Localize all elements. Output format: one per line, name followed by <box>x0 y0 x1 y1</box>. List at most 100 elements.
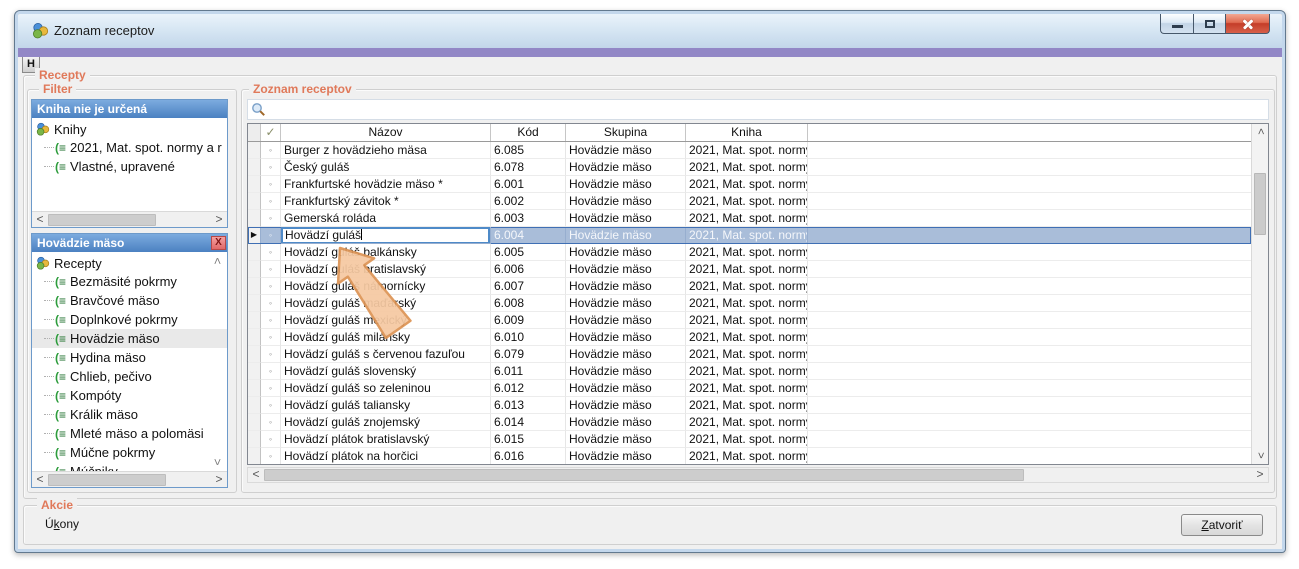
category-tree-root[interactable]: Recepty <box>32 254 227 272</box>
scroll-right-icon[interactable]: > <box>211 472 227 488</box>
row-marker-icon[interactable]: ◦ <box>261 448 281 464</box>
tree-item[interactable]: (≡2021, Mat. spot. normy a r <box>32 138 227 157</box>
table-row[interactable]: ◦Hovädzí guláš s červenou fazuľou6.079Ho… <box>248 346 1251 363</box>
row-marker-icon[interactable]: ◦ <box>261 210 281 227</box>
vscroll-thumb[interactable] <box>1254 173 1266 235</box>
scroll-up-icon[interactable]: < <box>211 254 225 268</box>
scroll-right-icon[interactable]: > <box>211 212 227 228</box>
table-row[interactable]: ◦Gemerská roláda6.003Hovädzie mäso2021, … <box>248 210 1251 227</box>
hscroll-thumb[interactable] <box>264 469 1024 481</box>
table-row[interactable]: ◦Hovädzí guláš bratislavský6.006Hovädzie… <box>248 261 1251 278</box>
header-kniha[interactable]: Kniha <box>686 124 808 141</box>
table-row-selected[interactable]: ▶◦Hovädzí guláš6.004Hovädzie mäso2021, M… <box>248 227 1251 244</box>
hscroll-thumb[interactable] <box>48 214 156 226</box>
table-row[interactable]: ◦Frankfurtský závitok *6.002Hovädzie mäs… <box>248 193 1251 210</box>
table-vscrollbar[interactable]: < > <box>1251 124 1268 464</box>
row-indicator-cell <box>248 448 261 464</box>
book-tree-root[interactable]: Knihy <box>32 120 227 138</box>
row-marker-icon[interactable]: ◦ <box>261 193 281 210</box>
tree-item[interactable]: (≡Bravčové mäso <box>32 291 227 310</box>
inline-edit-input[interactable]: Hovädzí guláš <box>281 227 490 244</box>
tree-item[interactable]: (≡Hydina mäso <box>32 348 227 367</box>
scroll-up-icon[interactable]: < <box>1252 124 1268 140</box>
row-marker-icon[interactable]: ◦ <box>261 227 281 244</box>
tree-item[interactable]: (≡Králik mäso <box>32 405 227 424</box>
minimize-button[interactable] <box>1160 14 1193 34</box>
table-row[interactable]: ◦Hovädzí guláš maďarský6.008Hovädzie mäs… <box>248 295 1251 312</box>
row-marker-icon[interactable]: ◦ <box>261 278 281 295</box>
table-row[interactable]: ◦Hovädzí guláš námornícky6.007Hovädzie m… <box>248 278 1251 295</box>
table-row[interactable]: ◦Hovädzí guláš slovenský6.011Hovädzie mä… <box>248 363 1251 380</box>
scroll-down-icon[interactable]: > <box>211 455 225 469</box>
row-marker-icon[interactable]: ◦ <box>261 431 281 448</box>
table-row[interactable]: ◦Hovädzí guláš milánsky6.010Hovädzie mäs… <box>248 329 1251 346</box>
hscroll-thumb[interactable] <box>48 474 166 486</box>
book-tree-items: (≡2021, Mat. spot. normy a r(≡Vlastné, u… <box>32 138 227 176</box>
row-marker-icon[interactable]: ◦ <box>261 176 281 193</box>
panel-close-button[interactable]: X <box>211 236 226 250</box>
group-label-zoznam: Zoznam receptov <box>249 82 356 96</box>
window-title: Zoznam receptov <box>54 23 154 38</box>
tree-item[interactable]: (≡Mleté mäso a polomäsi <box>32 424 227 443</box>
table-row[interactable]: ◦Český guláš6.078Hovädzie mäso2021, Mat.… <box>248 159 1251 176</box>
title-bar[interactable]: Zoznam receptov <box>18 14 1282 48</box>
tree-item[interactable]: (≡Doplnkové pokrmy <box>32 310 227 329</box>
table-row[interactable]: ◦Hovädzí plátok na horčici6.016Hovädzie … <box>248 448 1251 464</box>
group-label-recepty: Recepty <box>35 68 90 82</box>
row-marker-icon[interactable]: ◦ <box>261 329 281 346</box>
cell-nazov: Hovädzí plátok na horčici <box>281 448 491 464</box>
row-marker-icon[interactable]: ◦ <box>261 312 281 329</box>
cell-kod: 6.002 <box>491 193 566 210</box>
table-row[interactable]: ◦Hovädzí guláš mexický6.009Hovädzie mäso… <box>248 312 1251 329</box>
row-marker-icon[interactable]: ◦ <box>261 414 281 431</box>
tree-item[interactable]: (≡Bezmäsité pokrmy <box>32 272 227 291</box>
header-check-cell[interactable]: ✓ <box>261 124 281 141</box>
tree-item[interactable]: (≡Múčne pokrmy <box>32 443 227 462</box>
table-hscrollbar[interactable]: < > <box>247 467 1269 483</box>
row-marker-icon[interactable]: ◦ <box>261 244 281 261</box>
table-row[interactable]: ◦Hovädzí plátok bratislavský6.015Hovädzi… <box>248 431 1251 448</box>
tree-item[interactable]: (≡Kompóty <box>32 386 227 405</box>
row-marker-icon[interactable]: ◦ <box>261 380 281 397</box>
table-row[interactable]: ◦Hovädzí guláš so zeleninou6.012Hovädzie… <box>248 380 1251 397</box>
row-marker-icon[interactable]: ◦ <box>261 363 281 380</box>
book-panel-hscrollbar[interactable]: < > <box>32 211 227 227</box>
ukony-menu[interactable]: Úkony <box>45 517 79 531</box>
tree-item[interactable]: (≡Múčniky <box>32 462 227 471</box>
row-marker-icon[interactable]: ◦ <box>261 261 281 278</box>
scroll-left-icon[interactable]: < <box>248 467 264 483</box>
cell-skupina: Hovädzie mäso <box>566 329 686 346</box>
category-panel-hscrollbar[interactable]: < > <box>32 471 227 487</box>
tree-item[interactable]: (≡Vlastné, upravené <box>32 157 227 176</box>
table-row[interactable]: ◦Frankfurtské hovädzie mäso *6.001Hovädz… <box>248 176 1251 193</box>
tree-item[interactable]: (≡Hovädzie mäso <box>32 329 227 348</box>
header-nazov[interactable]: Názov <box>281 124 491 141</box>
row-marker-icon[interactable]: ◦ <box>261 397 281 414</box>
cell-skupina: Hovädzie mäso <box>566 295 686 312</box>
scroll-down-icon[interactable]: > <box>1252 448 1268 464</box>
row-indicator-cell <box>248 380 261 397</box>
tree-item-label: Chlieb, pečivo <box>70 369 152 384</box>
row-indicator-cell <box>248 346 261 363</box>
zatvorit-button[interactable]: Zatvoriť <box>1181 514 1263 536</box>
row-marker-icon[interactable]: ◦ <box>261 142 281 159</box>
row-marker-icon[interactable]: ◦ <box>261 346 281 363</box>
row-marker-icon[interactable]: ◦ <box>261 159 281 176</box>
scroll-left-icon[interactable]: < <box>32 472 48 488</box>
table-row[interactable]: ◦Burger z hovädzieho mäsa6.085Hovädzie m… <box>248 142 1251 159</box>
close-window-button[interactable] <box>1226 14 1270 34</box>
cell-nazov: Hovädzí plátok bratislavský <box>281 431 491 448</box>
header-kod[interactable]: Kód <box>491 124 566 141</box>
app-window: Zoznam receptov H Recepty Filter Kniha n… <box>14 10 1286 553</box>
header-skupina[interactable]: Skupina <box>566 124 686 141</box>
row-marker-icon[interactable]: ◦ <box>261 295 281 312</box>
tree-item[interactable]: (≡Chlieb, pečivo <box>32 367 227 386</box>
scroll-right-icon[interactable]: > <box>1252 467 1268 483</box>
table-row[interactable]: ◦Hovädzí guláš balkánsky6.005Hovädzie mä… <box>248 244 1251 261</box>
maximize-button[interactable] <box>1193 14 1226 34</box>
table-row[interactable]: ◦Hovädzí guláš znojemský6.014Hovädzie mä… <box>248 414 1251 431</box>
table-row[interactable]: ◦Hovädzí guláš taliansky6.013Hovädzie mä… <box>248 397 1251 414</box>
search-input[interactable] <box>270 102 1268 118</box>
scroll-left-icon[interactable]: < <box>32 212 48 228</box>
cell-filler <box>808 414 1251 431</box>
